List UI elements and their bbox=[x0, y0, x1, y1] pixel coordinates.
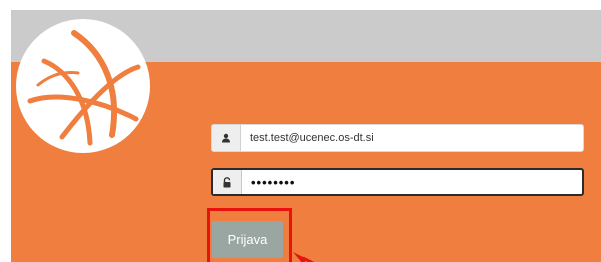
email-value: test.test@ucenec.os-dt.si bbox=[250, 132, 374, 144]
annotation-arrow-icon bbox=[293, 252, 315, 262]
lock-icon bbox=[213, 170, 242, 194]
swirl-logo-icon bbox=[27, 30, 141, 146]
password-value: •••••••• bbox=[251, 174, 296, 190]
user-icon bbox=[212, 125, 241, 151]
annotation-highlight-box bbox=[207, 208, 292, 262]
login-page: test.test@ucenec.os-dt.si •••••••• Prija… bbox=[11, 10, 601, 262]
logo bbox=[16, 19, 150, 153]
email-field[interactable]: test.test@ucenec.os-dt.si bbox=[211, 124, 584, 152]
password-field[interactable]: •••••••• bbox=[211, 168, 584, 196]
